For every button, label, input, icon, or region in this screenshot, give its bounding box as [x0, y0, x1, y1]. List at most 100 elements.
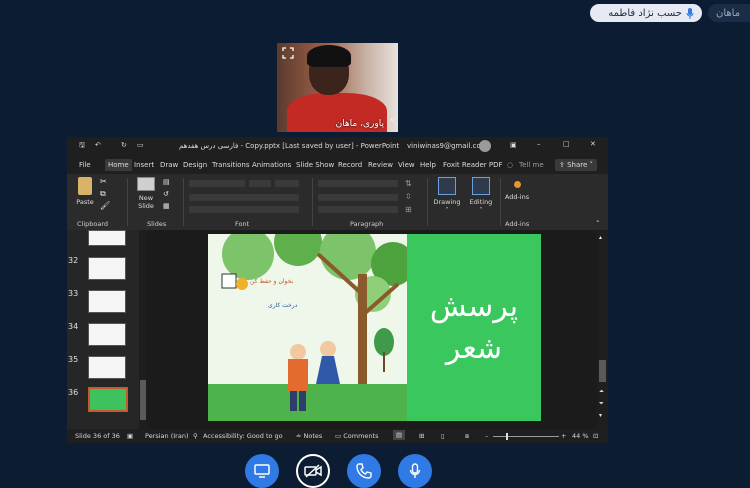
maximize-icon[interactable]: □	[563, 140, 570, 148]
tab-transitions[interactable]: Transitions	[212, 161, 250, 169]
scrollbar-thumb[interactable]	[140, 380, 146, 420]
tab-animations[interactable]: Animations	[252, 161, 291, 169]
video-toggle-button[interactable]	[296, 454, 330, 488]
section-icon[interactable]: ▦	[163, 202, 170, 210]
slideshow-icon[interactable]: ⧈	[465, 432, 469, 441]
tab-file[interactable]: File	[79, 161, 91, 169]
reset-icon[interactable]: ↺	[163, 190, 169, 198]
tab-draw[interactable]: Draw	[160, 161, 178, 169]
tab-insert[interactable]: Insert	[134, 161, 154, 169]
font-grow-shrink[interactable]	[275, 180, 299, 187]
tab-design[interactable]: Design	[183, 161, 207, 169]
tab-record[interactable]: Record	[338, 161, 362, 169]
editing-button[interactable]: Editing ˅	[467, 177, 495, 214]
font-name-box[interactable]	[189, 180, 245, 187]
alignment-buttons[interactable]	[318, 194, 398, 201]
slide-thumbnail-pane: 32 33 34 35 36	[67, 230, 139, 429]
microphone-icon	[686, 7, 694, 19]
slide-thumbnail[interactable]	[88, 290, 126, 313]
current-slide[interactable]: بخوان و حفظ کن درخت کاری پرسش شعر	[208, 234, 541, 421]
accessibility-status[interactable]: Accessibility: Good to go	[203, 432, 283, 440]
thumbnail-scrollbar[interactable]	[139, 230, 147, 429]
zoom-slider-thumb[interactable]	[506, 433, 508, 440]
webcam-tile[interactable]: پاوری، ماهان ˄	[277, 43, 398, 132]
avatar[interactable]	[479, 140, 491, 152]
previous-slide-icon[interactable]: ⏶	[599, 388, 604, 396]
slide-title-panel: پرسش شعر	[407, 234, 541, 421]
align-text-icon[interactable]: ⇳	[405, 192, 412, 201]
slide-sorter-icon[interactable]: ⊞	[419, 432, 424, 440]
drawing-button[interactable]: Drawing ˅	[433, 177, 461, 214]
ribbon-divider	[312, 178, 313, 226]
thumbnail-number: 35	[68, 355, 79, 364]
copy-icon[interactable]: ⧉	[100, 189, 106, 199]
font-color-buttons[interactable]	[189, 206, 299, 213]
spellcheck-icon[interactable]: ▣	[127, 432, 133, 440]
group-add-ins: Add-ins	[505, 220, 530, 228]
scrollbar-thumb[interactable]	[599, 360, 606, 382]
minimize-icon[interactable]: –	[537, 140, 541, 148]
expand-icon[interactable]	[282, 47, 294, 59]
zoom-slider[interactable]	[493, 433, 559, 440]
zoom-in-icon[interactable]: +	[561, 432, 566, 440]
font-size-box[interactable]	[249, 180, 271, 187]
undo-icon[interactable]: ↶	[95, 141, 101, 149]
redo-icon[interactable]: ↻	[121, 141, 127, 149]
tab-review[interactable]: Review	[368, 161, 393, 169]
slide-thumbnail-selected[interactable]	[88, 387, 128, 412]
new-slide-button[interactable]: New Slide	[133, 177, 159, 210]
microphone-button[interactable]	[398, 454, 432, 488]
tell-me-search[interactable]: Tell me	[519, 161, 544, 169]
tab-slide-show[interactable]: Slide Show	[296, 161, 334, 169]
paste-button[interactable]: Paste	[75, 177, 95, 206]
slide-thumbnail[interactable]	[88, 356, 126, 379]
ribbon-display-icon[interactable]: ▣	[510, 141, 517, 149]
comments-button[interactable]: ▭ Comments	[335, 432, 378, 440]
microphone-icon	[409, 463, 421, 478]
active-speaker-chip[interactable]: حسب نژاد فاطمه	[590, 4, 702, 22]
language-indicator[interactable]: Persian (Iran)	[145, 432, 189, 440]
slide-thumbnail[interactable]	[88, 323, 126, 346]
font-style-buttons[interactable]	[189, 194, 299, 201]
save-icon[interactable]: 🖫	[79, 141, 85, 152]
format-painter-icon[interactable]: 🖌	[100, 201, 110, 210]
text-direction-icon[interactable]: ⇅	[405, 179, 412, 188]
end-call-button[interactable]	[347, 454, 381, 488]
present-icon[interactable]: ▭	[137, 141, 144, 149]
reading-view-icon[interactable]: ▯	[441, 432, 445, 440]
slide-thumbnail[interactable]	[88, 230, 126, 246]
tab-home[interactable]: Home	[105, 159, 132, 171]
share-button[interactable]: ⇪ Share ˅	[555, 159, 598, 171]
account-email[interactable]: viniwinas9@gmail.com	[407, 142, 488, 150]
participant-chip[interactable]: ماهان	[708, 4, 750, 22]
zoom-level[interactable]: 44 %	[572, 432, 589, 440]
powerpoint-window: 🖫 ↶ ↻ ▭ فارسی درس هفدهم - Copy.pptx [Las…	[67, 137, 608, 443]
thumbnail-number: 32	[68, 256, 79, 265]
active-speaker-name: حسب نژاد فاطمه	[608, 7, 682, 19]
next-slide-icon[interactable]: ⏷	[599, 400, 604, 408]
scroll-up-icon[interactable]: ▴	[599, 234, 602, 241]
collapse-ribbon-icon[interactable]: ˄	[596, 220, 600, 228]
add-ins-icon	[513, 181, 521, 188]
layout-icon[interactable]: ▤	[163, 178, 170, 186]
spacing-buttons[interactable]	[318, 206, 398, 213]
slide-thumbnail[interactable]	[88, 257, 126, 280]
scroll-down-icon[interactable]: ▾	[599, 412, 602, 419]
smartart-icon[interactable]: ⊞	[405, 205, 412, 214]
title-bar: 🖫 ↶ ↻ ▭ فارسی درس هفدهم - Copy.pptx [Las…	[67, 137, 608, 156]
fit-to-window-icon[interactable]: ⊡	[593, 432, 598, 440]
normal-view-icon[interactable]: ▤	[393, 430, 406, 440]
zoom-out-icon[interactable]: –	[485, 432, 488, 440]
tab-view[interactable]: View	[398, 161, 415, 169]
tab-foxit[interactable]: Foxit Reader PDF	[443, 161, 503, 169]
chevron-up-icon[interactable]: ˄	[390, 119, 395, 129]
cut-icon[interactable]: ✂	[100, 177, 107, 186]
screen-share-button[interactable]	[245, 454, 279, 488]
tab-help[interactable]: Help	[420, 161, 436, 169]
notes-button[interactable]: ≐ Notes	[296, 432, 322, 440]
close-icon[interactable]: ✕	[590, 140, 596, 148]
search-icon	[472, 177, 490, 195]
list-buttons[interactable]	[318, 180, 398, 187]
slide-scrollbar[interactable]: ▴ ⏶ ⏷ ▾	[597, 230, 608, 429]
add-ins-button[interactable]: Add-ins	[502, 177, 532, 201]
